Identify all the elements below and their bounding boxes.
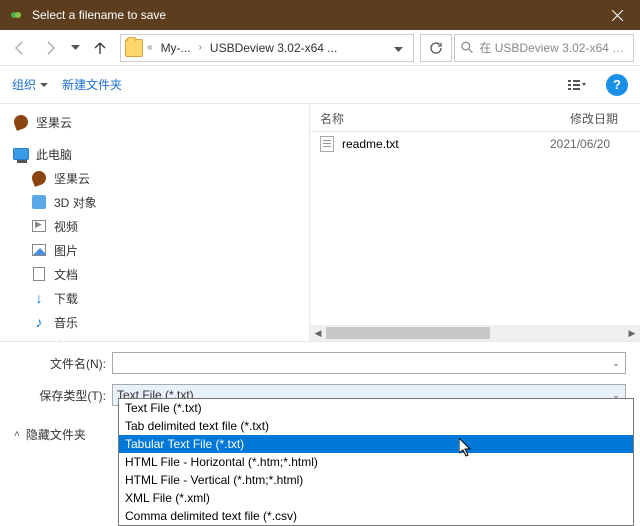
filetype-option[interactable]: Tabular Text File (*.txt) xyxy=(119,435,633,453)
filetype-dropdown-list: Text File (*.txt)Tab delimited text file… xyxy=(118,398,634,526)
tree-label: 此电脑 xyxy=(36,146,72,163)
list-header: 名称 修改日期 xyxy=(310,104,640,132)
organize-button[interactable]: 组织 xyxy=(12,76,48,93)
filetype-option[interactable]: XML File (*.xml) xyxy=(119,489,633,507)
tree-item-desktop[interactable]: 桌面 xyxy=(0,334,309,341)
title-bar: Select a filename to save xyxy=(0,0,640,30)
help-button[interactable]: ? xyxy=(606,74,628,96)
tree-label: 坚果云 xyxy=(36,114,72,131)
tree-label: 桌面 xyxy=(54,338,78,342)
tree-item-3d[interactable]: 3D 对象 xyxy=(0,190,309,214)
hide-folders-toggle[interactable]: ˄ 隐藏文件夹 xyxy=(14,426,86,443)
file-name: readme.txt xyxy=(342,137,399,151)
forward-button[interactable] xyxy=(36,34,64,62)
back-button[interactable] xyxy=(6,34,34,62)
tree-label: 图片 xyxy=(54,242,78,259)
filename-label: 文件名(N): xyxy=(14,355,112,372)
horizontal-scrollbar[interactable]: ◀ ▶ xyxy=(310,325,640,341)
tree-label: 下载 xyxy=(54,290,78,307)
save-form: 文件名(N): ⌄ 保存类型(T): Text File (*.txt) ⌄ xyxy=(0,341,640,406)
filename-dropdown[interactable]: ⌄ xyxy=(607,353,625,373)
list-item[interactable]: readme.txt 2021/06/20 xyxy=(310,132,640,156)
picture-icon xyxy=(30,241,48,259)
folder-icon xyxy=(125,39,143,57)
nav-tree: 坚果云 此电脑 坚果云 3D 对象 视频 图片 文档 ↓ 下载 xyxy=(0,104,310,341)
organize-label: 组织 xyxy=(12,76,36,93)
breadcrumb-1[interactable]: My-... xyxy=(157,39,195,57)
history-dropdown[interactable] xyxy=(66,34,84,62)
tree-item-docs[interactable]: 文档 xyxy=(0,262,309,286)
search-input[interactable]: 在 USBDeview 3.02-x64 管... xyxy=(454,34,634,62)
refresh-button[interactable] xyxy=(420,34,452,62)
main-panel: 坚果云 此电脑 坚果云 3D 对象 视频 图片 文档 ↓ 下载 xyxy=(0,104,640,341)
tree-label: 视频 xyxy=(54,218,78,235)
nut-icon xyxy=(12,113,30,131)
tree-item-jianguo[interactable]: 坚果云 xyxy=(0,110,309,134)
video-icon xyxy=(30,217,48,235)
app-icon xyxy=(8,7,24,23)
document-icon xyxy=(30,265,48,283)
filetype-option[interactable]: Comma delimited text file (*.csv) xyxy=(119,507,633,525)
chevron-up-icon: ˄ xyxy=(14,429,20,440)
chevron-right-icon: › xyxy=(199,42,202,53)
col-name[interactable]: 名称 xyxy=(310,104,560,131)
filetype-option[interactable]: HTML File - Vertical (*.htm;*.html) xyxy=(119,471,633,489)
toolbar: 组织 新建文件夹 ? xyxy=(0,66,640,104)
window-title: Select a filename to save xyxy=(32,8,595,22)
address-bar[interactable]: « My-... › USBDeview 3.02-x64 ... xyxy=(120,34,414,62)
scroll-right-icon[interactable]: ▶ xyxy=(624,325,640,341)
nut-icon xyxy=(30,169,48,187)
tree-label: 音乐 xyxy=(54,314,78,331)
tree-label: 3D 对象 xyxy=(54,194,97,211)
breadcrumb-2[interactable]: USBDeview 3.02-x64 ... xyxy=(206,39,341,57)
scroll-thumb[interactable] xyxy=(326,327,490,339)
desktop-icon xyxy=(30,337,48,341)
download-icon: ↓ xyxy=(30,289,48,307)
tree-item-downloads[interactable]: ↓ 下载 xyxy=(0,286,309,310)
filename-input[interactable]: ⌄ xyxy=(112,352,626,374)
tree-label: 坚果云 xyxy=(54,170,90,187)
search-icon xyxy=(461,41,473,54)
new-folder-label: 新建文件夹 xyxy=(62,76,122,93)
file-list: 名称 修改日期 readme.txt 2021/06/20 ◀ ▶ xyxy=(310,104,640,341)
filetype-label: 保存类型(T): xyxy=(14,387,112,404)
scroll-left-icon[interactable]: ◀ xyxy=(310,325,326,341)
tree-item-pictures[interactable]: 图片 xyxy=(0,238,309,262)
breadcrumb-sep: « xyxy=(147,42,153,53)
filetype-option[interactable]: Text File (*.txt) xyxy=(119,399,633,417)
tree-item-video[interactable]: 视频 xyxy=(0,214,309,238)
tree-label: 文档 xyxy=(54,266,78,283)
pc-icon xyxy=(12,145,30,163)
address-dropdown[interactable] xyxy=(388,41,409,55)
view-options-button[interactable] xyxy=(562,73,592,97)
close-button[interactable] xyxy=(595,0,640,30)
tree-item-jianguo2[interactable]: 坚果云 xyxy=(0,166,309,190)
nav-row: « My-... › USBDeview 3.02-x64 ... 在 USBD… xyxy=(0,30,640,66)
hide-folders-label: 隐藏文件夹 xyxy=(26,426,86,443)
tree-item-thispc[interactable]: 此电脑 xyxy=(0,142,309,166)
filetype-option[interactable]: HTML File - Horizontal (*.htm;*.html) xyxy=(119,453,633,471)
filetype-option[interactable]: Tab delimited text file (*.txt) xyxy=(119,417,633,435)
tree-item-music[interactable]: ♪ 音乐 xyxy=(0,310,309,334)
cube-icon xyxy=(30,193,48,211)
file-date: 2021/06/20 xyxy=(550,137,630,151)
music-icon: ♪ xyxy=(30,313,48,331)
search-placeholder: 在 USBDeview 3.02-x64 管... xyxy=(479,39,627,56)
textfile-icon xyxy=(320,136,334,152)
new-folder-button[interactable]: 新建文件夹 xyxy=(62,76,122,93)
col-date[interactable]: 修改日期 xyxy=(560,104,640,131)
up-button[interactable] xyxy=(86,34,114,62)
